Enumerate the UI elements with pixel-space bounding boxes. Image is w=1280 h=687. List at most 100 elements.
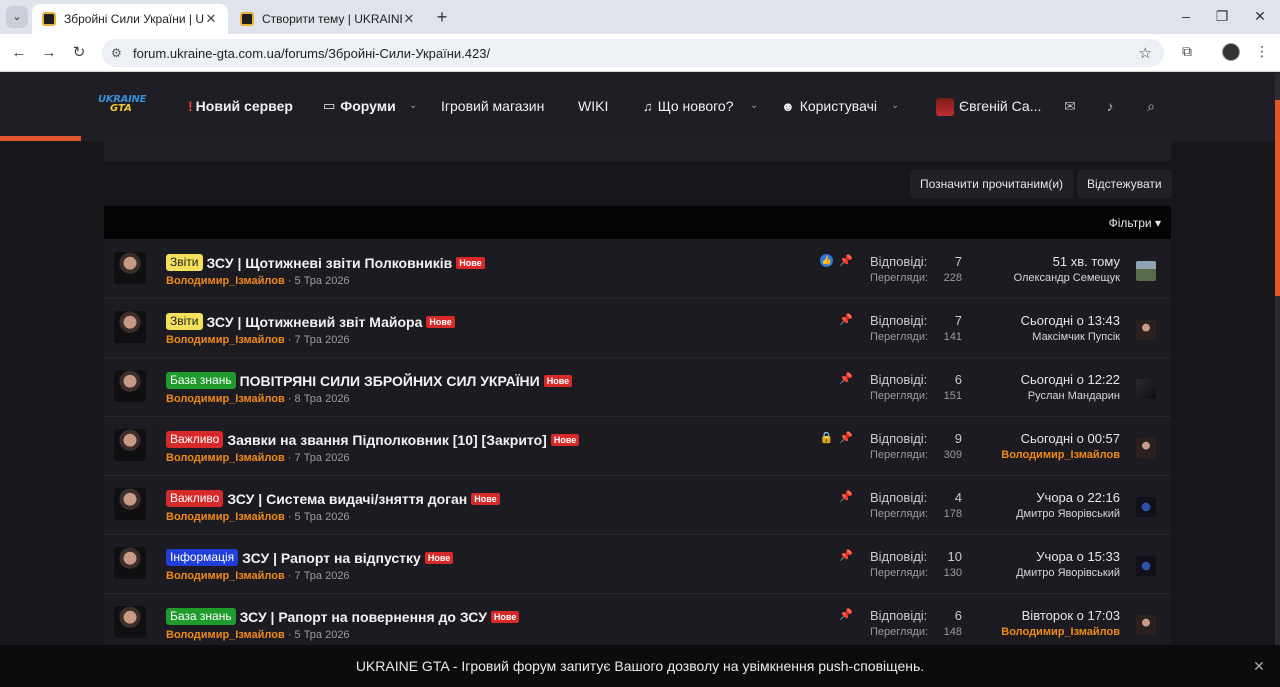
author-avatar[interactable] [114, 429, 146, 461]
author-avatar[interactable] [114, 252, 146, 284]
last-poster-avatar[interactable] [1136, 615, 1156, 635]
maximize-icon[interactable]: ❐ [1212, 8, 1232, 25]
nav-user[interactable]: Євгеній Са... [959, 98, 1041, 114]
tab-search-chevron-icon[interactable]: ⌄ [6, 6, 28, 28]
last-poster-avatar[interactable] [1136, 556, 1156, 576]
browser-menu-icon[interactable]: ⋮ [1252, 43, 1272, 60]
last-post-user[interactable]: Дмитро Яворівський [1016, 508, 1120, 520]
thread-title-link[interactable]: Заявки на звання Підполковник [10] [Закр… [227, 432, 547, 448]
last-post-user[interactable]: Дмитро Яворівський [1016, 567, 1120, 579]
thread-author-link[interactable]: Володимир_Ізмайлов [166, 570, 285, 582]
new-tab-plus-icon[interactable]: + [432, 8, 452, 28]
author-avatar[interactable] [114, 488, 146, 520]
nav-new-server[interactable]: ! Новий сервер [188, 98, 293, 114]
last-poster-avatar[interactable] [1136, 320, 1156, 340]
scrollbar-thumb[interactable] [1275, 100, 1280, 296]
url-text[interactable]: forum.ukraine-gta.com.ua/forums/Збройні-… [133, 46, 490, 61]
chevron-down-icon[interactable]: ⌄ [409, 100, 417, 111]
thread-prefix-label[interactable]: Інформація [166, 549, 239, 566]
thread-start-date[interactable]: 7 Тра 2026 [295, 334, 350, 346]
thread-row[interactable]: База знань ПОВІТРЯНІ СИЛИ ЗБРОЙНИХ СИЛ УК… [104, 358, 1171, 417]
thread-start-date[interactable]: 5 Тра 2026 [295, 511, 350, 523]
nav-shop[interactable]: Ігровий магазин [441, 98, 544, 114]
thread-start-date[interactable]: 5 Тра 2026 [295, 629, 350, 641]
mark-read-button[interactable]: Позначити прочитаним(и) [910, 170, 1074, 198]
extensions-puzzle-icon[interactable]: ⧉ [1177, 43, 1197, 60]
thread-row[interactable]: Важливо ЗСУ | Система видачі/зняття доган… [104, 476, 1171, 535]
author-avatar[interactable] [114, 311, 146, 343]
address-bar[interactable]: ⚙ forum.ukraine-gta.com.ua/forums/Збройн… [102, 39, 1164, 67]
thread-author-link[interactable]: Володимир_Ізмайлов [166, 393, 285, 405]
close-tab-icon[interactable]: ✕ [402, 11, 416, 27]
thread-prefix-label[interactable]: База знань [166, 372, 236, 389]
author-avatar[interactable] [114, 606, 146, 638]
last-poster-avatar[interactable] [1136, 438, 1156, 458]
last-post-user[interactable]: Руслан Мандарин [1021, 390, 1120, 402]
thread-prefix-label[interactable]: Важливо [166, 431, 224, 448]
reload-icon[interactable]: ↻ [68, 42, 90, 64]
nav-wiki[interactable]: WIKI [578, 98, 608, 114]
close-window-icon[interactable]: ✕ [1250, 8, 1270, 25]
thread-prefix-label[interactable]: Важливо [166, 490, 224, 507]
back-arrow-icon[interactable]: ← [8, 42, 30, 64]
site-logo[interactable]: UKRAINE GTA [98, 94, 148, 120]
site-info-icon[interactable]: ⚙ [111, 46, 125, 60]
author-avatar[interactable] [114, 370, 146, 402]
last-post-user[interactable]: Володимир_Ізмайлов [1001, 626, 1120, 638]
browser-tab-inactive[interactable]: Створити тему | UKRAINE GTA ✕ [230, 4, 426, 34]
profile-avatar-icon[interactable] [1222, 43, 1240, 61]
bell-icon[interactable]: ♪ [1101, 98, 1119, 114]
thread-title-link[interactable]: ЗСУ | Рапорт на повернення до ЗСУ [240, 609, 487, 625]
nav-members[interactable]: ☻ Користувачі [781, 98, 877, 114]
last-poster-avatar[interactable] [1136, 497, 1156, 517]
mail-icon[interactable]: ✉ [1061, 98, 1079, 115]
search-icon[interactable]: ⌕ [1142, 98, 1160, 115]
filters-button[interactable]: Фільтри ▾ [1109, 216, 1161, 230]
last-post-time[interactable]: Сьогодні о 00:57 [1001, 431, 1120, 446]
thread-author-link[interactable]: Володимир_Ізмайлов [166, 275, 285, 287]
thread-row[interactable]: Інформація ЗСУ | Рапорт на відпустку Нове В… [104, 535, 1171, 594]
last-poster-avatar[interactable] [1136, 261, 1156, 281]
nav-forums[interactable]: ▭ Форуми [323, 98, 396, 114]
last-poster-avatar[interactable] [1136, 379, 1156, 399]
thread-row[interactable]: Звіти ЗСУ | Щотижневий звіт Майора Нове Вол… [104, 299, 1171, 358]
thread-title-link[interactable]: ЗСУ | Щотижневі звіти Полковників [207, 255, 453, 271]
thread-title-link[interactable]: ЗСУ | Система видачі/зняття доган [227, 491, 467, 507]
close-notification-icon[interactable]: ✕ [1250, 645, 1268, 687]
nav-whats-new[interactable]: ♫ Що нового? [643, 98, 734, 114]
watch-button[interactable]: Відстежувати [1077, 170, 1172, 198]
thread-row[interactable]: Звіти ЗСУ | Щотижневі звіти Полковників Но… [104, 240, 1171, 299]
thread-start-date[interactable]: 5 Тра 2026 [295, 275, 350, 287]
thread-prefix-label[interactable]: Звіти [166, 254, 203, 271]
thread-author-link[interactable]: Володимир_Ізмайлов [166, 452, 285, 464]
thread-start-date[interactable]: 7 Тра 2026 [295, 452, 350, 464]
close-tab-icon[interactable]: ✕ [204, 11, 218, 27]
thread-title-link[interactable]: ЗСУ | Щотижневий звіт Майора [207, 314, 423, 330]
chevron-down-icon[interactable]: ⌄ [750, 100, 758, 111]
thread-row[interactable]: Важливо Заявки на звання Підполковник [10… [104, 417, 1171, 476]
last-post-user[interactable]: Олександр Семещук [1014, 272, 1120, 284]
thread-title-link[interactable]: ЗСУ | Рапорт на відпустку [242, 550, 421, 566]
chevron-down-icon[interactable]: ⌄ [891, 100, 899, 111]
thread-row[interactable]: База знань ЗСУ | Рапорт на повернення до … [104, 594, 1171, 645]
last-post-user[interactable]: Володимир_Ізмайлов [1001, 449, 1120, 461]
thread-start-date[interactable]: 7 Тра 2026 [295, 570, 350, 582]
forward-arrow-icon[interactable]: → [38, 42, 60, 64]
user-avatar[interactable] [936, 98, 954, 116]
thread-author-link[interactable]: Володимир_Ізмайлов [166, 511, 285, 523]
minimize-icon[interactable]: – [1176, 8, 1196, 24]
thread-prefix-label[interactable]: База знань [166, 608, 236, 625]
last-post-time[interactable]: Сьогодні о 13:43 [1021, 313, 1120, 328]
last-post-time[interactable]: Учора о 15:33 [1016, 549, 1120, 564]
browser-tab-active[interactable]: Збройні Сили України | UKRAINE GTA ✕ [32, 4, 228, 34]
last-post-time[interactable]: 51 хв. тому [1014, 254, 1120, 269]
thread-prefix-label[interactable]: Звіти [166, 313, 203, 330]
last-post-time[interactable]: Сьогодні о 12:22 [1021, 372, 1120, 387]
thread-title-link[interactable]: ПОВІТРЯНІ СИЛИ ЗБРОЙНИХ СИЛ УКРАЇНИ [240, 373, 540, 389]
thread-start-date[interactable]: 8 Тра 2026 [295, 393, 350, 405]
last-post-user[interactable]: Максімчик Пупсік [1021, 331, 1120, 343]
thread-author-link[interactable]: Володимир_Ізмайлов [166, 334, 285, 346]
last-post-time[interactable]: Вівторок о 17:03 [1001, 608, 1120, 623]
bookmark-star-icon[interactable]: ☆ [1139, 44, 1152, 62]
author-avatar[interactable] [114, 547, 146, 579]
